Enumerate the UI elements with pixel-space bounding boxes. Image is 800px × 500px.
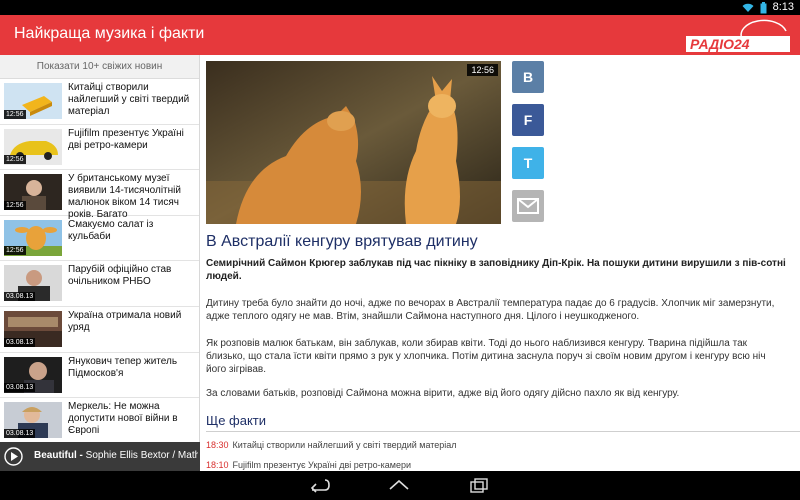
app-title: Найкраща музика і факти [14,25,205,42]
article-paragraph: Як розповів малюк батькам, він заблукав,… [206,338,766,375]
navigation-bar [0,471,800,500]
vk-icon: B [522,69,534,85]
wifi-icon [742,3,754,12]
article-paragraph: За словами батьків, розповіді Саймона мо… [206,388,680,399]
status-bar: 8:13 [0,0,800,15]
news-title: Смакуємо салат із кульбаби [68,218,154,242]
news-title: Янукович тепер житель Підмосков'я [68,355,178,379]
fact-time: 18:10 [206,460,229,470]
news-title: Меркель: Не можна допустити нової війни … [68,401,178,437]
show-more-button[interactable]: Показати 10+ свіжих новин [0,55,199,79]
news-time: 03.08.13 [4,383,36,393]
news-time: 12:56 [4,200,26,210]
radio24-logo[interactable]: РАДІО24 [682,19,794,53]
battery-icon [760,1,767,13]
audio-player: Beautiful - Sophie Ellis Bextor / Math [0,442,200,471]
divider [206,431,800,432]
news-item[interactable]: 03.08.13 Парубій офіційно став очільнико… [0,261,199,307]
now-playing: Beautiful - Sophie Ellis Bextor / Math [34,450,198,461]
logo-text: РАДІО24 [690,36,750,52]
news-item[interactable]: 12:56 Fujifilm презентує Україні дві рет… [0,125,199,171]
news-time: 03.08.13 [4,291,36,301]
news-title: Парубій офіційно став очільником РНБО [68,264,172,288]
news-time: 12:56 [4,109,26,119]
article: 12:56 B F T В Австралії кенгуру врятував… [206,61,800,471]
news-item[interactable]: 03.08.13 Янукович тепер житель Підмосков… [0,353,199,399]
news-title: У британському музеї виявили 14-тисячолі… [68,173,181,221]
article-headline: В Австралії кенгуру врятував дитину [206,233,478,250]
recent-apps-icon[interactable] [467,477,491,493]
fact-text: Fujifilm презентує Україні дві ретро-кам… [232,460,412,470]
clock: 8:13 [772,1,794,13]
share-facebook-button[interactable]: F [512,104,544,136]
news-item[interactable]: 12:56 Китайці створили найлегший у світі… [0,79,199,125]
fact-time: 18:30 [206,440,229,450]
facebook-icon: F [523,112,533,128]
share-twitter-button[interactable]: T [512,147,544,179]
home-icon[interactable] [387,477,411,493]
twitter-icon: T [523,155,533,171]
now-playing-track: Sophie Ellis Bextor / Math [82,450,198,461]
share-email-button[interactable] [512,190,544,222]
play-button[interactable] [4,447,23,466]
fact-link[interactable]: 18:10 Fujifilm презентує Україні дві ретр… [206,460,411,470]
app-header: Найкраща музика і факти РАДІО24 [0,15,800,55]
news-sidebar: Показати 10+ свіжих новин 12:56 Китайці … [0,55,200,442]
article-lead: Семирічний Саймон Крюгер заблукав під ча… [206,258,786,282]
news-title: Україна отримала новий уряд [68,309,182,333]
news-title: Fujifilm презентує Україні дві ретро-кам… [68,127,184,151]
news-item[interactable]: 12:56 Смакуємо салат із кульбаби [0,216,199,262]
fact-link[interactable]: 18:30 Китайці створили найлегший у світі … [206,440,457,450]
news-time: 12:56 [4,155,26,165]
article-time: 12:56 [467,64,498,76]
news-time: 03.08.13 [4,428,36,438]
fact-text: Китайці створили найлегший у світі тверд… [232,440,457,450]
back-icon[interactable] [307,477,331,493]
now-playing-artist: Beautiful - [34,450,83,461]
news-item[interactable]: 03.08.13 Меркель: Не можна допустити нов… [0,398,199,442]
share-vk-button[interactable]: B [512,61,544,93]
more-facts-title: Ще факти [206,413,267,428]
news-item[interactable]: 12:56 У британському музеї виявили 14-ти… [0,170,199,220]
news-title: Китайці створили найлегший у світі тверд… [68,82,190,117]
news-time: 03.08.13 [4,337,36,347]
article-paragraph: Дитину треба було знайти до ночі, адже п… [206,298,775,322]
news-time: 12:56 [4,246,26,256]
status-icons: 8:13 [742,1,794,14]
mail-icon [517,198,539,214]
article-hero-image: 12:56 [206,61,501,224]
news-item[interactable]: 03.08.13 Україна отримала новий уряд [0,307,199,353]
